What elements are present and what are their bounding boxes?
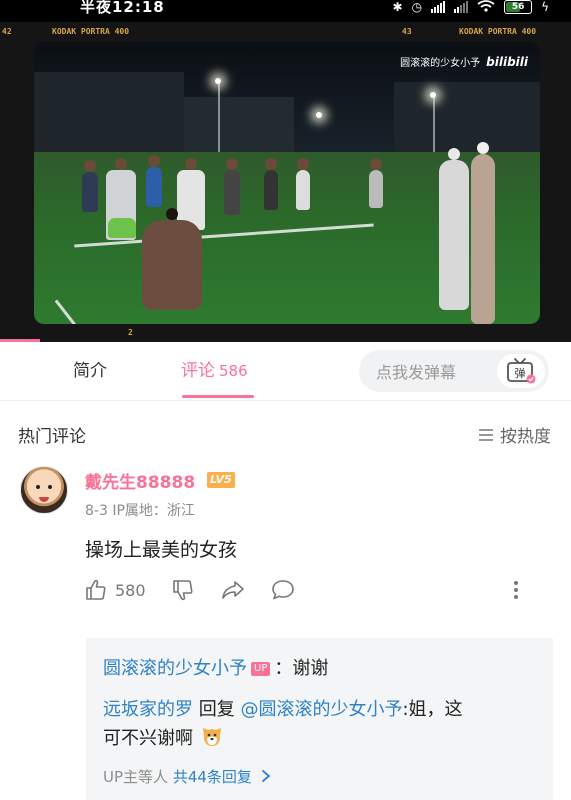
level-badge: LV5 [207, 472, 235, 488]
tab-bar: 简介 评论 586 点我发弹幕 弹 [0, 342, 571, 401]
hot-comments-title: 热门评论 [18, 427, 86, 447]
more-prefix: UP主等人 [103, 768, 169, 786]
squatting-woman [142, 208, 202, 310]
reply-item: 远坂家的罗 回复 @圆滚滚的少女小予:姐，这 可不兴谢啊 [103, 696, 523, 753]
film-frame-number: 42 [2, 27, 12, 36]
share-button[interactable] [221, 576, 245, 604]
thumbs-up-icon [86, 579, 106, 600]
player [369, 158, 383, 208]
up-badge: UP [251, 662, 271, 676]
more-options-button[interactable] [513, 576, 519, 604]
building-left [34, 72, 184, 157]
comment-actions: 580 [85, 576, 555, 604]
video-watermark: 圆滚滚的少女小予 bilibili [400, 54, 528, 70]
film-frame-number-right: 43 [402, 27, 412, 36]
avatar-eye [48, 485, 52, 489]
comment-username[interactable]: 戴先生88888 [85, 468, 195, 493]
avatar[interactable] [20, 466, 68, 514]
player [264, 158, 278, 210]
reply-text-continued: 可不兴谢啊 [103, 728, 193, 749]
comments-count: 586 [219, 362, 248, 380]
player [296, 158, 310, 210]
bilibili-logo: bilibili [486, 54, 528, 69]
reply-text: :姐，这 [402, 699, 463, 720]
video-frame: 圆滚滚的少女小予 bilibili [34, 42, 540, 324]
reply-text: ：谢谢 [274, 658, 329, 679]
building-right [394, 82, 540, 157]
tab-intro[interactable]: 简介 [73, 342, 107, 400]
active-tab-indicator [182, 395, 254, 398]
reply-mention[interactable]: @圆滚滚的少女小予 [240, 699, 402, 720]
share-icon [222, 581, 244, 599]
player [146, 155, 162, 207]
view-all-replies[interactable]: UP主等人 共44条回复 [103, 766, 271, 787]
like-count: 580 [115, 580, 146, 600]
comment-text: 操场上最美的女孩 [85, 539, 238, 561]
more-dots-icon [514, 581, 518, 599]
signal-icon [431, 1, 446, 13]
video-player[interactable]: 42 KODAK PORTRA 400 43 KODAK PORTRA 400 [0, 22, 571, 342]
avatar-mouth [39, 497, 49, 502]
player-shorts [108, 218, 136, 238]
tab-comments-label: 评论 [181, 361, 215, 381]
dog-emoji-icon [199, 724, 225, 750]
film-strip-bottom: 2 [0, 324, 571, 342]
player [224, 158, 240, 215]
battery-level: 56 [511, 2, 525, 12]
replies-box[interactable]: 圆滚滚的少女小予 UP ：谢谢 远坂家的罗 回复 @圆滚滚的少女小予:姐，这 可不兴… [86, 638, 553, 800]
danmaku-toggle-icon: 弹 [507, 358, 536, 384]
film-label-left: KODAK PORTRA 400 [52, 27, 130, 36]
floodlight [316, 112, 322, 118]
reply-author[interactable]: 圆滚滚的少女小予 [103, 658, 247, 679]
like-button[interactable]: 580 [85, 576, 146, 604]
field-line [54, 299, 107, 324]
light-pole [218, 82, 220, 162]
player [82, 160, 98, 212]
floodlight [430, 92, 436, 98]
sort-button[interactable]: 按热度 [478, 422, 551, 447]
floodlight [215, 78, 221, 84]
status-time: 半夜12:18 [80, 0, 165, 16]
film-bottom-number: 2 [128, 328, 133, 337]
reply-item: 圆滚滚的少女小予 UP ：谢谢 [103, 655, 523, 683]
danmaku-toggle-button[interactable]: 弹 [497, 354, 545, 388]
comment-meta: 8-3 IP属地：浙江 [85, 503, 195, 519]
chevron-right-icon [261, 770, 271, 782]
watermark-author: 圆滚滚的少女小予 [400, 58, 481, 69]
signal-2-icon [454, 1, 469, 13]
avatar-eye [36, 485, 40, 489]
reply-word: 回复 [198, 699, 235, 720]
wifi-icon [477, 0, 495, 15]
tab-comments[interactable]: 评论 586 [181, 342, 248, 400]
charging-icon: ϟ [541, 0, 549, 14]
sort-label: 按热度 [500, 427, 551, 447]
film-label-right: KODAK PORTRA 400 [459, 27, 537, 36]
standing-woman [471, 142, 495, 324]
reply-author[interactable]: 远坂家的罗 [103, 699, 193, 720]
standing-woman [439, 148, 469, 310]
battery-icon: 56 [504, 0, 533, 14]
danmaku-input[interactable]: 点我发弹幕 [359, 359, 508, 383]
alarm-icon: ◷ [411, 0, 423, 14]
hot-comments-header: 热门评论 按热度 [0, 402, 571, 458]
bluetooth-icon: ✱ [392, 0, 403, 14]
status-icons: ✱ ◷ 56 ϟ [393, 0, 549, 14]
comment-bubble-icon [272, 580, 294, 600]
status-bar: 半夜12:18 ✱ ◷ 56 ϟ [0, 0, 571, 22]
reply-button[interactable] [271, 576, 295, 604]
danmaku-bar: 点我发弹幕 弹 [359, 350, 549, 392]
danmaku-toggle-glyph: 弹 [515, 366, 526, 380]
film-strip-top: 42 KODAK PORTRA 400 43 KODAK PORTRA 400 [0, 22, 571, 40]
dislike-button[interactable] [172, 576, 194, 604]
more-link: 共44条回复 [172, 768, 252, 786]
sort-icon [479, 428, 493, 441]
thumbs-down-icon [173, 580, 193, 601]
building-mid [184, 97, 294, 157]
